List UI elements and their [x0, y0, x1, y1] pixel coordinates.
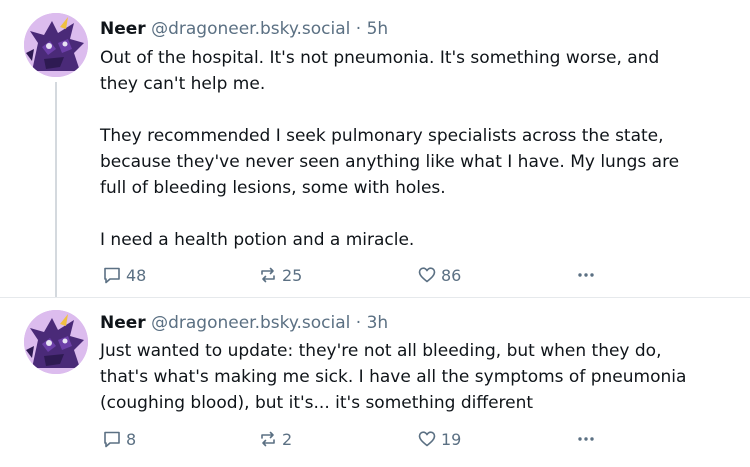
- author-handle[interactable]: @dragoneer.bsky.social: [151, 19, 350, 39]
- avatar[interactable]: [24, 13, 88, 77]
- repost-count: 25: [282, 265, 303, 285]
- more-options-button[interactable]: [576, 426, 600, 452]
- repost-arrows-icon: [261, 431, 275, 447]
- post-actions: 48 25 86: [100, 262, 620, 288]
- like-count: 19: [441, 429, 462, 449]
- like-button[interactable]: 86: [417, 262, 461, 288]
- author-name[interactable]: Neer: [100, 313, 146, 333]
- feed: Neer @dragoneer.bsky.social · 5h Out of …: [0, 0, 750, 467]
- post-time[interactable]: 3h: [367, 313, 389, 333]
- like-count: 86: [441, 265, 462, 285]
- dragon-avatar-icon: [24, 13, 88, 77]
- post-header: Neer @dragoneer.bsky.social · 5h: [100, 18, 388, 40]
- author-name[interactable]: Neer: [100, 19, 146, 39]
- dragon-avatar-icon: [24, 310, 88, 374]
- author-handle[interactable]: @dragoneer.bsky.social: [151, 313, 350, 333]
- post[interactable]: Neer @dragoneer.bsky.social · 5h Out of …: [0, 0, 750, 298]
- speech-bubble-icon: [104, 267, 120, 284]
- reply-button[interactable]: 8: [102, 426, 136, 452]
- post-text: Just wanted to update: they're not all b…: [100, 338, 740, 416]
- post-time[interactable]: 5h: [367, 19, 389, 39]
- post-paragraph: I need a health potion and a miracle.: [100, 230, 415, 250]
- heart-icon: [418, 431, 436, 447]
- repost-button[interactable]: 25: [258, 262, 302, 288]
- heart-icon: [418, 267, 436, 283]
- repost-count: 2: [282, 429, 293, 449]
- post-text: Out of the hospital. It's not pneumonia.…: [100, 45, 740, 253]
- reply-count: 48: [126, 265, 147, 285]
- post-paragraph: Just wanted to update: they're not all b…: [100, 341, 687, 413]
- repost-button[interactable]: 2: [258, 426, 292, 452]
- separator-dot: ·: [355, 19, 362, 39]
- avatar[interactable]: [24, 310, 88, 374]
- separator-dot: ·: [355, 313, 362, 333]
- post-paragraph: Out of the hospital. It's not pneumonia.…: [100, 48, 660, 94]
- reply-button[interactable]: 48: [102, 262, 146, 288]
- repost-arrows-icon: [261, 267, 275, 283]
- speech-bubble-icon: [104, 431, 120, 448]
- post-actions: 8 2 19: [100, 426, 620, 452]
- ellipsis-icon: [578, 273, 594, 277]
- like-button[interactable]: 19: [417, 426, 461, 452]
- post-paragraph: They recommended I seek pulmonary specia…: [100, 126, 680, 198]
- more-options-button[interactable]: [576, 262, 600, 288]
- post-header: Neer @dragoneer.bsky.social · 3h: [100, 312, 388, 334]
- ellipsis-icon: [578, 437, 594, 441]
- post[interactable]: Neer @dragoneer.bsky.social · 3h Just wa…: [0, 297, 750, 467]
- thread-line: [55, 82, 57, 298]
- reply-count: 8: [126, 429, 137, 449]
